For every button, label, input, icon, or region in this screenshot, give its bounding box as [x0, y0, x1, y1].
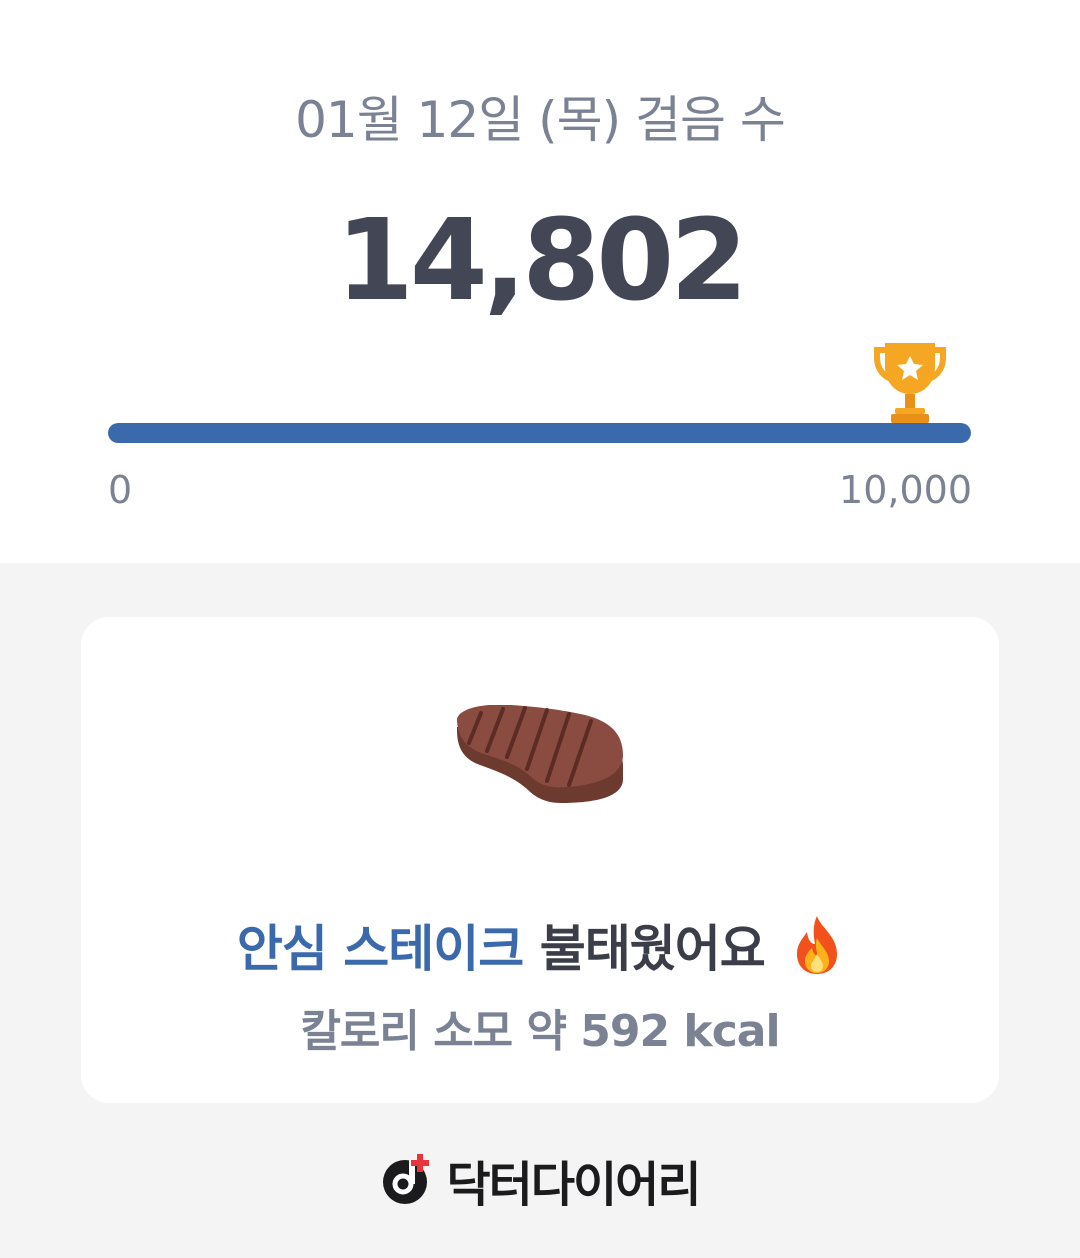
fire-icon [797, 916, 838, 974]
progress-min-label: 0 [108, 468, 133, 512]
step-progress-bar [108, 423, 971, 443]
brand-name: 닥터다이어리 [446, 1157, 702, 1213]
doctor-diary-logo-icon [382, 1154, 429, 1204]
progress-goal-label: 10,000 [839, 468, 972, 512]
date-title: 01월 12일 (목) 걸음 수 [295, 91, 786, 149]
steps-summary-section: 01월 12일 (목) 걸음 수 14,802 0 10,000 [0, 0, 1080, 563]
brand-footer: 닥터다이어리 [0, 1148, 1080, 1213]
calorie-burned-text: 칼로리 소모 약 592 kcal [300, 1006, 780, 1057]
food-name: 안심 스테이크 [236, 920, 524, 978]
step-progress-fill [108, 423, 971, 443]
step-count: 14,802 [335, 196, 748, 326]
calorie-card: 안심 스테이크 불태웠어요 칼로리 소모 약 592 kcal [81, 617, 999, 1103]
trophy-icon [874, 343, 946, 423]
burn-text: 불태웠어요 [539, 920, 766, 978]
steak-icon [457, 705, 623, 803]
burn-message: 안심 스테이크 불태웠어요 [81, 909, 999, 981]
